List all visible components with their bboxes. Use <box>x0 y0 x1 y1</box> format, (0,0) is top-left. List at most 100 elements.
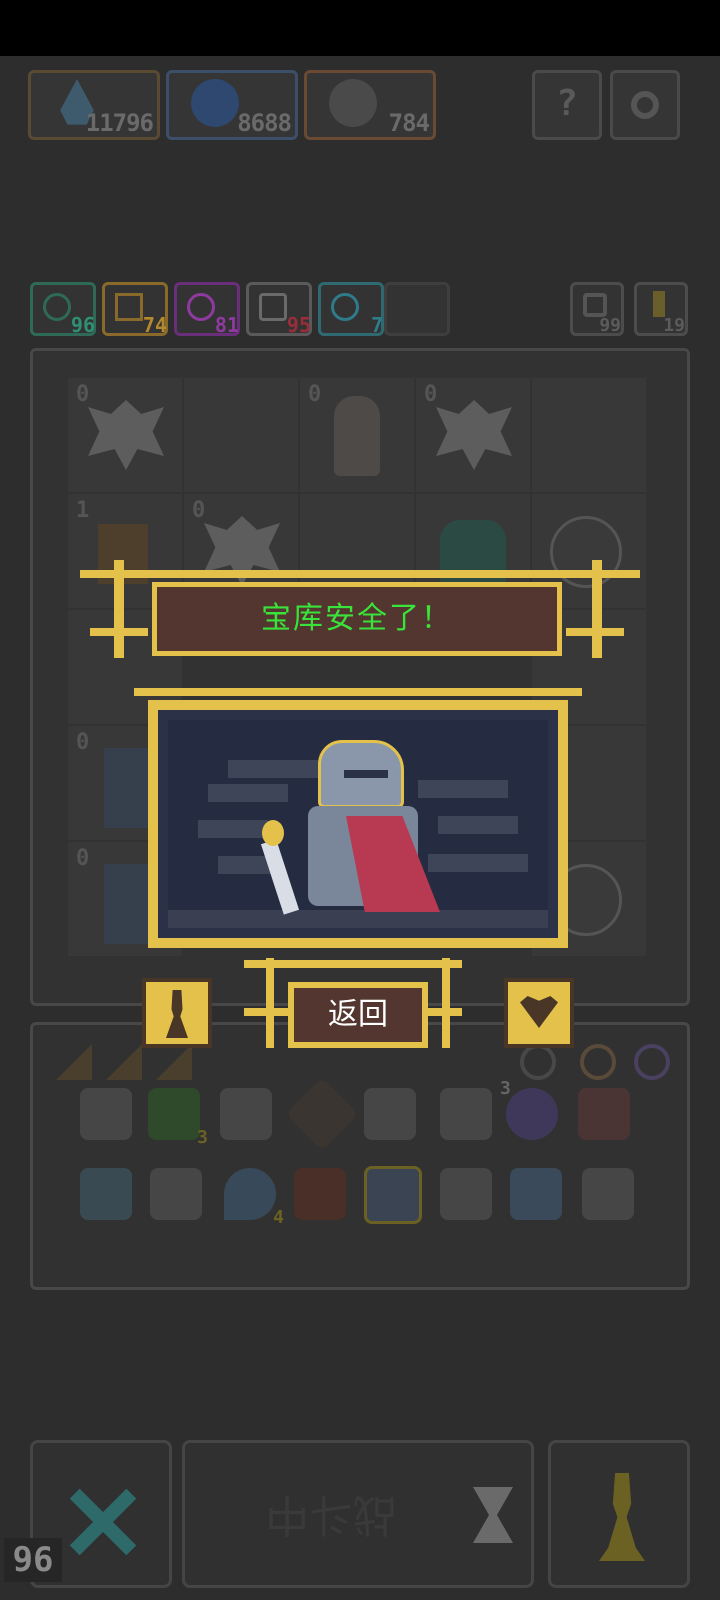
board-cell[interactable]: 0 <box>68 378 182 492</box>
battle-status-label: 战斗中 <box>265 1489 397 1540</box>
battle-status-button[interactable]: 战斗中 <box>182 1440 534 1588</box>
heartbeat-icon <box>115 293 143 321</box>
scene-view <box>168 720 548 928</box>
stat-clock[interactable]: 7 <box>318 282 384 337</box>
magic-icon <box>187 293 215 321</box>
potion-icon[interactable] <box>510 1168 562 1220</box>
item-count: 3 <box>500 1078 511 1099</box>
return-button[interactable]: 返回 <box>288 982 428 1048</box>
help-icon: ? <box>556 83 578 124</box>
cell-level: 0 <box>308 382 322 407</box>
item-count: 3 <box>197 1127 208 1148</box>
stat-value: 74 <box>142 313 167 337</box>
network-icon[interactable] <box>582 1168 634 1220</box>
syringe-icon[interactable] <box>150 1168 202 1220</box>
cell-level: 0 <box>76 382 90 407</box>
recycle-icon <box>583 293 607 317</box>
fish-icon[interactable] <box>80 1168 132 1220</box>
resource-value: 784 <box>388 109 430 137</box>
gear-coin-icon <box>191 79 239 127</box>
ornament-bar <box>134 688 582 696</box>
chain-icon[interactable] <box>440 1088 492 1140</box>
counter-value: 19 <box>663 315 685 336</box>
wall-brick <box>428 854 528 872</box>
settings-button[interactable] <box>610 70 680 140</box>
stat-speech[interactable]: 95 <box>246 282 312 337</box>
pawn-modal-button[interactable] <box>142 978 212 1048</box>
ornament-bar <box>244 960 462 968</box>
ring-slot-icon[interactable] <box>634 1044 670 1080</box>
resource-water: 11796 <box>28 70 160 140</box>
settings-icon <box>631 91 659 119</box>
stat-value: 95 <box>286 313 311 337</box>
shield-icon[interactable] <box>80 1088 132 1140</box>
status-bar <box>0 0 720 56</box>
cell-level: 1 <box>76 498 90 523</box>
resource-value: 11796 <box>85 109 154 137</box>
speech-icon <box>259 293 287 321</box>
eye-icon <box>43 293 71 321</box>
monster-icon <box>436 400 512 470</box>
skull-icon <box>329 79 377 127</box>
ornament-post <box>266 958 274 1048</box>
modal-title: 宝库安全了！ <box>261 601 453 636</box>
stat-magic[interactable]: 81 <box>174 282 240 337</box>
ring-slot-icon[interactable] <box>580 1044 616 1080</box>
robot-icon[interactable] <box>364 1166 422 1224</box>
drop-icon[interactable]: 4 <box>224 1168 284 1228</box>
hourglass-icon <box>473 1487 513 1543</box>
resource-skull: 784 <box>304 70 436 140</box>
floor <box>168 910 548 928</box>
camera-icon[interactable] <box>364 1088 416 1140</box>
crown-icon[interactable] <box>578 1088 630 1140</box>
cell-level: 0 <box>76 846 90 871</box>
cell-level: 0 <box>424 382 438 407</box>
stat-eye[interactable]: 96 <box>30 282 96 337</box>
flower-icon[interactable]: 3 <box>500 1078 558 1140</box>
merchant-icon <box>334 396 380 476</box>
stat-empty-slot <box>384 282 450 336</box>
pawn-icon <box>599 1473 645 1561</box>
heart-modal-button[interactable] <box>504 978 574 1048</box>
tower-icon <box>104 864 148 944</box>
gear-slot-icon[interactable] <box>520 1044 556 1080</box>
help-button[interactable]: ? <box>532 70 602 140</box>
wall-brick <box>208 784 288 802</box>
cell-level: 0 <box>192 498 206 523</box>
tower-icon <box>104 748 148 828</box>
board-cell[interactable] <box>532 378 646 492</box>
green-gem-icon[interactable]: 3 <box>148 1088 208 1148</box>
basket-icon[interactable] <box>440 1168 492 1220</box>
wall-brick <box>198 820 268 838</box>
log-icon[interactable] <box>294 1168 346 1220</box>
ornament-bar <box>90 628 148 636</box>
counter-value: 99 <box>599 315 621 336</box>
cell-level: 0 <box>76 730 90 755</box>
board-cell[interactable] <box>184 378 298 492</box>
hammer-icon[interactable] <box>220 1088 272 1140</box>
board-cell[interactable]: 0 <box>416 378 530 492</box>
clock-icon <box>331 293 359 321</box>
wall-brick <box>438 816 518 834</box>
fps-counter: 96 <box>4 1538 62 1582</box>
monster-icon <box>88 400 164 470</box>
ornament-post <box>592 560 602 658</box>
modal-title-banner: 宝库安全了！ <box>152 582 562 656</box>
stat-heartbeat[interactable]: 74 <box>102 282 168 337</box>
ornament-bar <box>80 570 640 578</box>
item-count: 4 <box>273 1207 284 1228</box>
resource-value: 8688 <box>237 109 292 137</box>
board-cell[interactable]: 0 <box>300 378 414 492</box>
recycle-counter[interactable]: 99 <box>570 282 624 336</box>
ornament-post <box>114 560 124 658</box>
return-label: 返回 <box>328 997 388 1032</box>
wall-brick <box>418 780 508 798</box>
pawn-button[interactable] <box>548 1440 690 1588</box>
heart-icon <box>520 996 558 1028</box>
key-icon <box>653 291 665 317</box>
pawn-icon <box>166 990 188 1038</box>
ornament-post <box>442 958 450 1048</box>
key-counter[interactable]: 19 <box>634 282 688 336</box>
scene-frame <box>148 700 568 948</box>
ornament-bar <box>566 628 624 636</box>
